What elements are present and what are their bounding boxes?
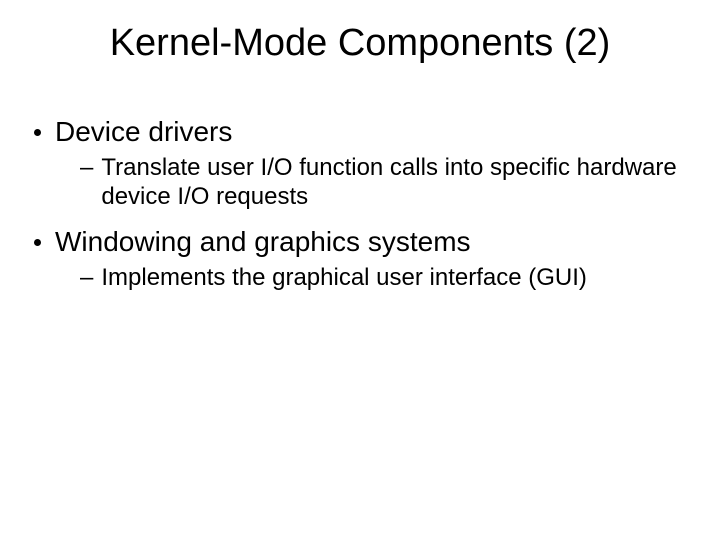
slide-title: Kernel-Mode Components (2) [0,22,720,65]
subbullet-translate-io: – Translate user I/O function calls into… [80,154,686,212]
subbullet-implements-gui: – Implements the graphical user interfac… [80,264,686,293]
subbullet-text: Implements the graphical user interface … [101,264,587,293]
bullet-text: Windowing and graphics systems [55,226,471,258]
bullet-text: Device drivers [55,116,232,148]
subbullet-text: Translate user I/O function calls into s… [101,154,681,212]
slide: Kernel-Mode Components (2) Device driver… [0,0,720,540]
bullet-windowing-graphics: Windowing and graphics systems [34,226,686,258]
dash-icon: – [80,154,93,183]
bullet-device-drivers: Device drivers [34,116,686,148]
slide-body: Device drivers – Translate user I/O func… [34,112,686,306]
dash-icon: – [80,264,93,293]
bullet-dot-icon [34,239,41,246]
bullet-dot-icon [34,129,41,136]
